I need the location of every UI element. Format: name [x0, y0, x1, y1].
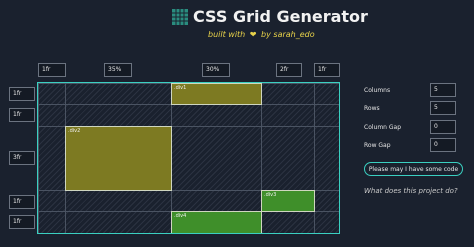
grid-cell[interactable] [314, 190, 339, 212]
grid-item-div3[interactable]: .div3 [261, 190, 315, 212]
grid-cell[interactable] [65, 104, 172, 127]
grid-item-div4[interactable]: .div4 [171, 211, 262, 233]
subtitle-prefix: built with [208, 30, 246, 39]
row-gap-label: Row Gap [364, 142, 391, 149]
grid-item-div2[interactable]: .div2 [65, 126, 172, 191]
rows-label: Rows [364, 105, 380, 112]
column-size-input-1[interactable]: 1fr [38, 63, 66, 77]
grid-cell[interactable] [314, 126, 339, 191]
page-title: CSS Grid Generator [193, 7, 368, 26]
grid-cell[interactable] [65, 211, 172, 233]
grid-item-label: .div4 [174, 213, 187, 219]
grid-cell[interactable] [261, 126, 315, 191]
column-gap-label: Column Gap [364, 124, 402, 131]
row-size-input-4[interactable]: 1fr [9, 195, 35, 209]
heart-icon: ❤ [249, 30, 257, 39]
grid-cell[interactable] [38, 190, 66, 212]
grid-cell[interactable] [38, 83, 66, 105]
column-size-input-4[interactable]: 2fr [276, 63, 302, 77]
grid-item-div1[interactable]: .div1 [171, 83, 262, 105]
column-size-input-3[interactable]: 30% [202, 63, 230, 77]
column-gap-input[interactable]: 0 [430, 120, 456, 134]
grid-cell[interactable] [314, 83, 339, 105]
grid-cell[interactable] [38, 104, 66, 127]
grid-cell[interactable] [171, 190, 262, 212]
grid-cell[interactable] [261, 211, 315, 233]
column-size-input-5[interactable]: 1fr [314, 63, 340, 77]
grid-cell[interactable] [314, 211, 339, 233]
page-subtitle: built with ❤ by sarah_edo [208, 30, 315, 39]
grid-cell[interactable] [171, 104, 262, 127]
grid-cell[interactable] [65, 83, 172, 105]
grid-cell[interactable] [38, 126, 66, 191]
grid-logo-icon [172, 9, 188, 25]
grid-cell[interactable] [65, 190, 172, 212]
column-size-input-2[interactable]: 35% [104, 63, 132, 77]
grid-canvas[interactable]: .div1 .div2 .div3 .div4 [37, 82, 340, 234]
header: CSS Grid Generator built with ❤ by sarah… [0, 6, 474, 42]
grid-item-label: .div3 [264, 192, 277, 198]
rows-input[interactable]: 5 [430, 101, 456, 115]
grid-cell[interactable] [261, 83, 315, 105]
grid-cell[interactable] [261, 104, 315, 127]
project-info-link[interactable]: What does this project do? [364, 187, 458, 195]
row-gap-input[interactable]: 0 [430, 138, 456, 152]
subtitle-suffix: by sarah_edo [261, 30, 315, 39]
grid-cell[interactable] [171, 126, 262, 191]
get-code-button[interactable]: Please may I have some code [364, 162, 463, 176]
columns-label: Columns [364, 87, 391, 94]
columns-input[interactable]: 5 [430, 83, 456, 97]
row-size-input-1[interactable]: 1fr [9, 87, 35, 101]
row-size-input-5[interactable]: 1fr [9, 215, 35, 229]
grid-cell[interactable] [38, 211, 66, 233]
row-size-input-3[interactable]: 3fr [9, 151, 35, 165]
grid-item-label: .div2 [68, 128, 81, 134]
row-size-input-2[interactable]: 1fr [9, 108, 35, 122]
grid-item-label: .div1 [174, 85, 187, 91]
grid-cell[interactable] [314, 104, 339, 127]
